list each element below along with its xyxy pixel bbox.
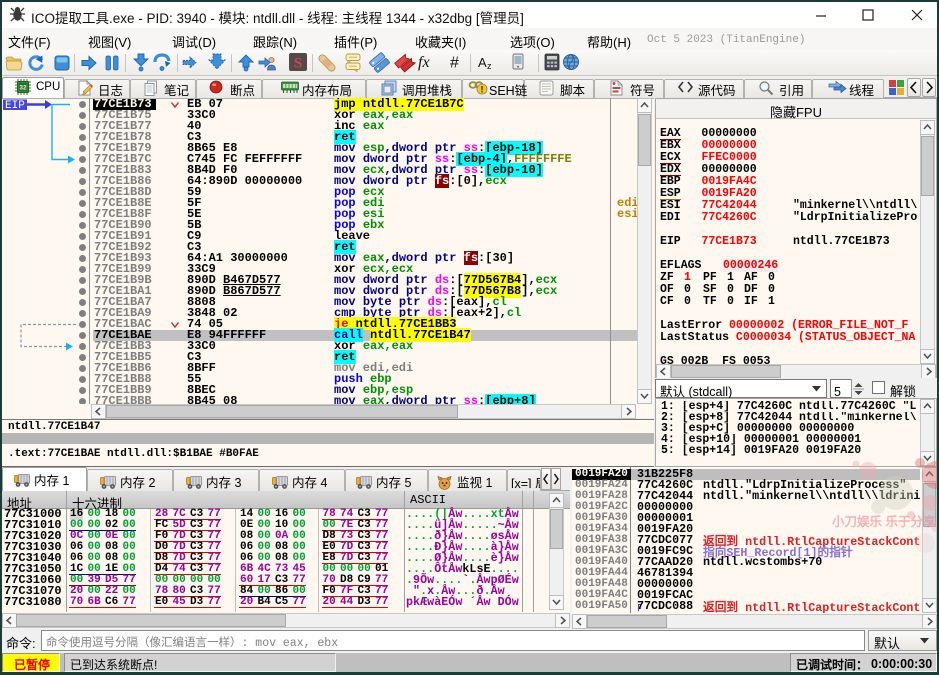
svg-text:z: z xyxy=(487,61,492,71)
svg-text:fx: fx xyxy=(418,54,430,71)
svg-text:EIP: EIP xyxy=(5,100,25,112)
svg-text:32: 32 xyxy=(19,85,27,92)
svg-text:A: A xyxy=(478,55,487,70)
svg-text:#: # xyxy=(450,55,459,72)
svg-text:!: ! xyxy=(481,85,484,95)
svg-text:S: S xyxy=(294,56,302,72)
